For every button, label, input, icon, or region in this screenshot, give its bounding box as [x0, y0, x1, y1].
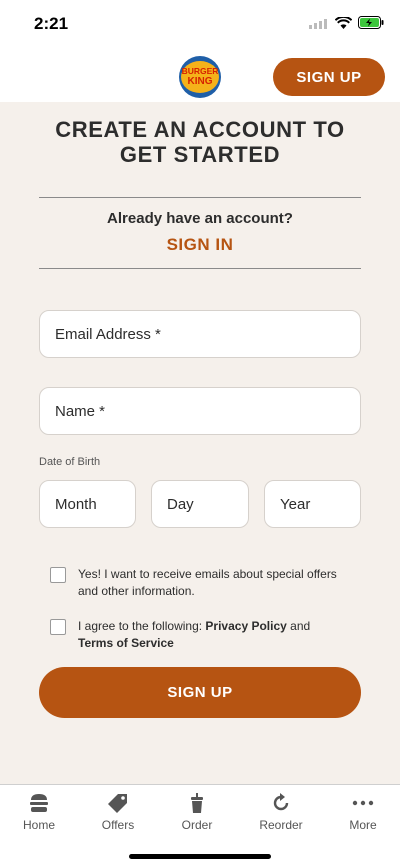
tab-order[interactable]: Order — [157, 793, 237, 837]
agree-prefix: I agree to the following: — [78, 619, 206, 633]
page-title: CREATE AN ACCOUNT TO GET STARTED — [55, 117, 345, 167]
month-field[interactable]: Month — [39, 480, 136, 528]
terms-consent-text: I agree to the following: Privacy Policy… — [78, 618, 310, 652]
refresh-icon — [241, 793, 321, 813]
tab-home[interactable]: Home — [0, 793, 79, 837]
cellular-signal-icon — [309, 16, 329, 34]
terms-checkbox[interactable] — [50, 619, 66, 635]
offers-consent-text: Yes! I want to receive emails about spec… — [78, 567, 337, 598]
app-header: BURGER KING SIGN UP — [0, 46, 400, 102]
year-field[interactable]: Year — [264, 480, 361, 528]
privacy-policy-link[interactable]: Privacy Policy — [205, 619, 286, 633]
tab-offers-label: Offers — [101, 818, 135, 832]
burger-king-logo[interactable]: BURGER KING — [177, 54, 223, 100]
name-field[interactable]: Name * — [39, 387, 361, 435]
day-field[interactable]: Day — [151, 480, 249, 528]
logo-text-top: BURGER — [182, 66, 219, 76]
offers-checkbox[interactable] — [50, 567, 66, 583]
terms-consent-row: I agree to the following: Privacy Policy… — [50, 618, 360, 652]
offers-consent-row: Yes! I want to receive emails about spec… — [50, 566, 360, 600]
tab-home-label: Home — [22, 818, 55, 832]
already-have-account-text: Already have an account? — [107, 210, 293, 227]
home-indicator — [129, 854, 271, 859]
tab-reorder[interactable]: Reorder — [241, 793, 321, 837]
email-field[interactable]: Email Address * — [39, 310, 361, 358]
burger-icon — [0, 793, 79, 813]
header-sign-up-button[interactable]: SIGN UP — [273, 58, 385, 96]
tab-more[interactable]: More — [323, 793, 400, 837]
logo-text-bottom: KING — [188, 76, 213, 87]
year-placeholder: Year — [280, 495, 311, 513]
and-text: and — [286, 619, 311, 633]
sign-in-link[interactable]: SIGN IN — [39, 235, 361, 255]
divider-bottom — [39, 268, 361, 269]
status-icons — [309, 15, 384, 34]
sign-up-submit-button[interactable]: SIGN UP — [39, 667, 361, 718]
status-time: 2:21 — [34, 14, 69, 33]
name-placeholder: Name * — [55, 402, 106, 420]
status-bar: 2:21 — [0, 0, 400, 46]
tab-order-label: Order — [181, 818, 213, 832]
drink-icon — [157, 793, 237, 813]
month-placeholder: Month — [55, 495, 97, 513]
day-placeholder: Day — [167, 495, 194, 513]
email-placeholder: Email Address * — [55, 325, 161, 343]
tab-reorder-label: Reorder — [259, 818, 303, 832]
more-dots-icon — [323, 793, 400, 813]
battery-charging-icon — [358, 16, 384, 34]
divider-top — [39, 197, 361, 198]
tab-more-label: More — [349, 818, 377, 832]
date-of-birth-label: Date of Birth — [39, 456, 101, 468]
terms-of-service-link[interactable]: Terms of Service — [78, 636, 174, 650]
wifi-icon — [334, 15, 353, 34]
tag-icon — [78, 793, 158, 813]
tab-offers[interactable]: Offers — [78, 793, 158, 837]
